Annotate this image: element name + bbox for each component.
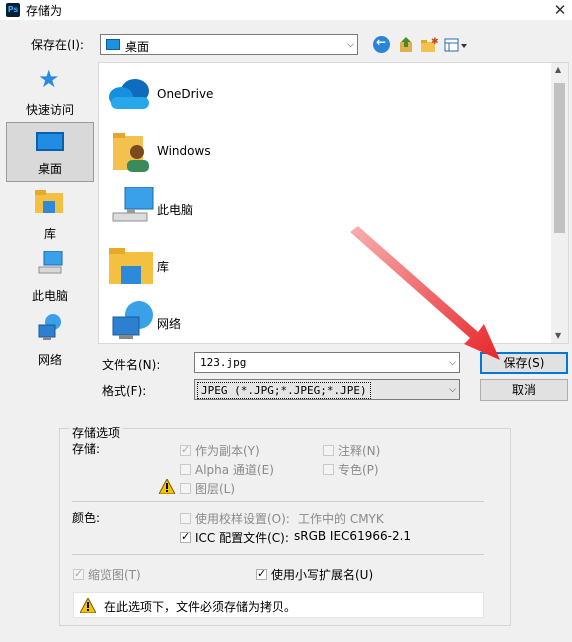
save-options-title: 存储选项 (70, 424, 123, 441)
title-bar: Ps 存储为 ✕ (0, 0, 572, 20)
library-icon (35, 189, 63, 213)
lowercase-ext-label: 使用小写扩展名(U) (271, 568, 374, 582)
file-name: 网络 (157, 317, 182, 331)
as-copy-checkbox[interactable] (180, 443, 191, 456)
save-in-label: 保存在(I): (31, 38, 84, 52)
format-value: JPEG (*.JPG;*.JPEG;*.JPE) (197, 382, 371, 399)
warning-icon (158, 477, 176, 495)
red-arrow-annotation (350, 226, 500, 360)
close-icon[interactable]: ✕ (548, 0, 572, 20)
scrollbar-thumb[interactable] (554, 83, 565, 233)
spot-label: 专色(P) (338, 463, 379, 477)
library-icon (109, 246, 155, 286)
filename-value: 123.jpg (200, 356, 247, 369)
icc-label: ICC 配置文件(C): (195, 531, 289, 545)
format-dropdown[interactable]: JPEG (*.JPG;*.JPEG;*.JPE) ⌵ (194, 379, 460, 400)
place-label: 快速访问 (25, 103, 74, 117)
place-this-pc[interactable]: 此电脑 (6, 248, 94, 308)
divider (72, 554, 484, 555)
place-label: 库 (43, 227, 56, 241)
thumbnail-label: 缩览图(T) (88, 568, 141, 582)
file-name: 库 (157, 260, 170, 274)
new-folder-icon[interactable]: ✱ (420, 36, 439, 54)
layers-checkbox[interactable] (180, 483, 191, 494)
save-in-dropdown[interactable]: 桌面 ⌵ (100, 34, 358, 55)
computer-icon (111, 186, 155, 227)
file-name: OneDrive (157, 87, 214, 101)
view-menu-icon[interactable] (444, 36, 470, 54)
layers-label: 图层(L) (195, 482, 236, 496)
icc-value: sRGB IEC61966-2.1 (294, 529, 412, 543)
as-copy-label: 作为副本(Y) (195, 444, 260, 458)
spot-checkbox[interactable] (323, 464, 334, 475)
network-icon (111, 299, 155, 343)
list-item[interactable]: Windows (105, 124, 405, 180)
place-quick-access[interactable]: ★ 快速访问 (6, 62, 94, 122)
chevron-down-icon: ⌵ (449, 384, 456, 395)
color-label: 颜色: (72, 511, 101, 525)
store-label: 存储: (72, 442, 101, 456)
scroll-up-icon[interactable]: ▲ (555, 65, 561, 74)
cancel-button[interactable]: 取消 (480, 379, 568, 401)
scroll-down-icon[interactable]: ▼ (555, 331, 561, 340)
place-label: 此电脑 (31, 289, 68, 303)
vertical-scrollbar[interactable]: ▲ ▼ (551, 63, 568, 343)
desktop-icon (36, 132, 64, 151)
thumbnail-checkbox[interactable] (73, 567, 84, 580)
place-desktop[interactable]: 桌面 (6, 122, 94, 182)
star-icon: ★ (38, 65, 60, 93)
icc-checkbox[interactable] (180, 530, 191, 543)
cloud-icon (105, 77, 153, 111)
window-title: 存储为 (26, 4, 63, 18)
notes-label: 注释(N) (338, 444, 381, 458)
chevron-down-icon: ⌵ (347, 39, 354, 50)
places-bar: ★ 快速访问 桌面 库 此电脑 网络 (6, 62, 94, 388)
place-label: 网络 (37, 353, 62, 367)
network-icon (37, 313, 63, 341)
desktop-icon (106, 39, 120, 50)
use-proof-label: 使用校样设置(O): (195, 512, 290, 526)
proof-value: 工作中的 CMYK (298, 512, 384, 526)
alpha-label: Alpha 通道(E) (195, 463, 274, 477)
warning-text: 在此选项下，文件必须存储为拷贝。 (104, 600, 297, 614)
divider (72, 501, 484, 502)
file-name: 此电脑 (157, 203, 194, 217)
alpha-checkbox[interactable] (180, 464, 191, 475)
file-name: Windows (157, 144, 211, 158)
computer-icon (38, 250, 64, 277)
user-folder-icon (113, 130, 153, 174)
notes-checkbox[interactable] (323, 445, 334, 456)
filename-label: 文件名(N): (102, 358, 161, 372)
place-label: 桌面 (37, 162, 62, 176)
warning-icon (79, 596, 97, 614)
place-network[interactable]: 网络 (6, 312, 94, 372)
place-library[interactable]: 库 (6, 186, 94, 246)
list-item[interactable]: OneDrive (105, 67, 405, 123)
svg-text:✱: ✱ (431, 37, 438, 47)
warning-message-box: 在此选项下，文件必须存储为拷贝。 (73, 592, 484, 618)
back-icon[interactable]: ← (373, 35, 390, 53)
photoshop-app-icon: Ps (6, 3, 20, 17)
lowercase-ext-checkbox[interactable] (256, 567, 267, 580)
format-label: 格式(F): (102, 384, 147, 398)
save-in-value: 桌面 (125, 40, 150, 54)
up-folder-icon[interactable] (397, 36, 415, 54)
use-proof-checkbox[interactable] (180, 513, 191, 524)
